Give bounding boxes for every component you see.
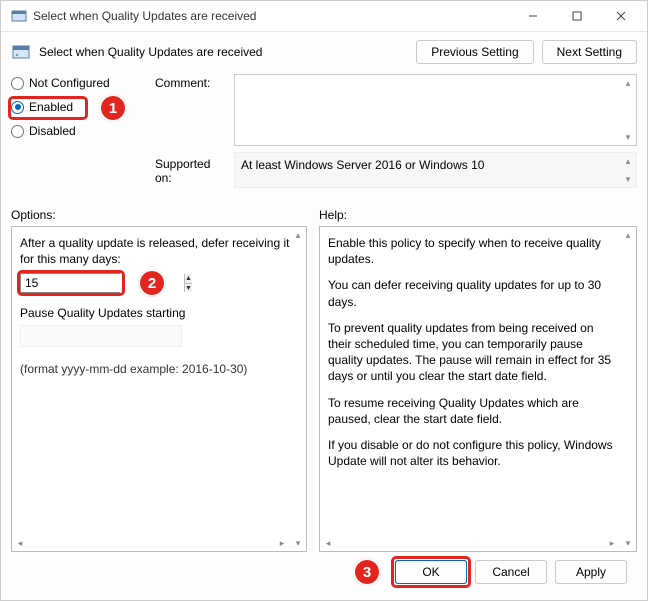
help-paragraph: Enable this policy to specify when to re… bbox=[328, 235, 614, 267]
spin-down-button[interactable]: ▼ bbox=[185, 284, 192, 293]
radio-not-configured[interactable]: Not Configured bbox=[11, 76, 151, 90]
radio-disabled[interactable]: Disabled bbox=[11, 124, 151, 138]
scroll-down-icon: ▾ bbox=[290, 535, 306, 551]
spin-up-button[interactable]: ▲ bbox=[185, 274, 192, 284]
cancel-button[interactable]: Cancel bbox=[475, 560, 547, 584]
radio-dot-icon bbox=[11, 125, 24, 138]
help-paragraph: To prevent quality updates from being re… bbox=[328, 320, 614, 385]
help-paragraph: You can defer receiving quality updates … bbox=[328, 277, 614, 309]
scroll-down-icon: ▾ bbox=[620, 129, 636, 145]
previous-setting-button[interactable]: Previous Setting bbox=[416, 40, 533, 64]
apply-button[interactable]: Apply bbox=[555, 560, 627, 584]
comment-label: Comment: bbox=[155, 74, 230, 90]
supported-on-text: At least Windows Server 2016 or Windows … bbox=[234, 152, 637, 188]
help-panel: Enable this policy to specify when to re… bbox=[319, 226, 637, 552]
scroll-right-icon: ▸ bbox=[274, 535, 290, 551]
radio-label: Not Configured bbox=[29, 76, 110, 90]
ok-button[interactable]: OK bbox=[395, 560, 467, 584]
radio-dot-icon bbox=[11, 77, 24, 90]
page-caption: Select when Quality Updates are received bbox=[39, 45, 416, 59]
comment-textarea[interactable]: ▴ ▾ bbox=[234, 74, 637, 146]
pause-updates-input[interactable] bbox=[20, 325, 182, 347]
radio-dot-icon bbox=[11, 101, 24, 114]
annotation-2: 2 bbox=[138, 269, 166, 297]
minimize-button[interactable] bbox=[511, 2, 555, 30]
annotation-3: 3 bbox=[353, 558, 381, 586]
options-label: Options: bbox=[11, 208, 307, 222]
annotation-1: 1 bbox=[99, 94, 127, 122]
scroll-left-icon: ◂ bbox=[320, 535, 336, 551]
maximize-button[interactable] bbox=[555, 2, 599, 30]
options-panel: After a quality update is released, defe… bbox=[11, 226, 307, 552]
defer-days-label: After a quality update is released, defe… bbox=[20, 235, 298, 267]
app-icon bbox=[11, 8, 27, 24]
date-format-hint: (format yyyy-mm-dd example: 2016-10-30) bbox=[20, 361, 298, 377]
scroll-left-icon: ◂ bbox=[12, 535, 28, 551]
defer-days-input[interactable]: ▲ ▼ bbox=[20, 273, 120, 293]
help-paragraph: To resume receiving Quality Updates whic… bbox=[328, 395, 614, 427]
pause-updates-label: Pause Quality Updates starting bbox=[20, 305, 298, 321]
close-button[interactable] bbox=[599, 2, 643, 30]
scroll-down-icon: ▾ bbox=[620, 171, 636, 187]
help-label: Help: bbox=[319, 208, 637, 222]
help-paragraph: If you disable or do not configure this … bbox=[328, 437, 614, 469]
radio-enabled[interactable]: Enabled bbox=[11, 100, 151, 114]
scroll-right-icon: ▸ bbox=[604, 535, 620, 551]
supported-on-label: Supported on: bbox=[155, 155, 230, 185]
radio-label: Disabled bbox=[29, 124, 76, 138]
next-setting-button[interactable]: Next Setting bbox=[542, 40, 637, 64]
window-title: Select when Quality Updates are received bbox=[33, 9, 511, 23]
scroll-up-icon: ▴ bbox=[620, 75, 636, 91]
policy-icon bbox=[11, 42, 31, 62]
scroll-down-icon: ▾ bbox=[620, 535, 636, 551]
radio-label: Enabled bbox=[29, 100, 73, 114]
scroll-up-icon: ▴ bbox=[620, 153, 636, 169]
titlebar: Select when Quality Updates are received bbox=[1, 1, 647, 32]
